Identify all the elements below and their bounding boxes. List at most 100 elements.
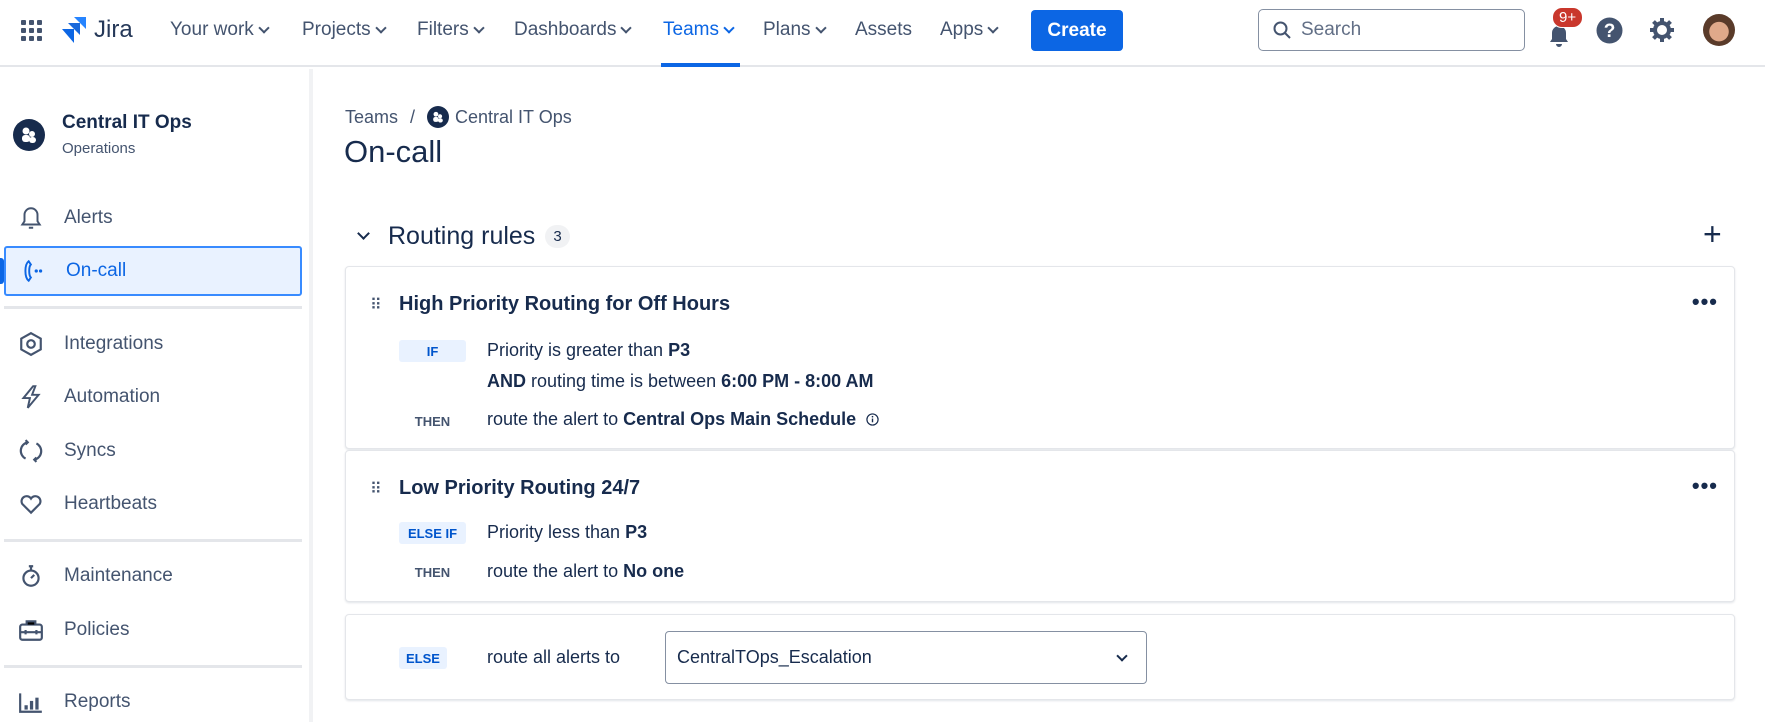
else-if-lozenge: ELSE IF (399, 522, 466, 544)
chevron-down-icon (1116, 649, 1128, 662)
sidebar-item-on-call[interactable]: On-call (4, 246, 302, 296)
logo-text: Jira (94, 16, 133, 43)
svg-text:?: ? (1604, 21, 1616, 42)
then-lozenge: THEN (414, 564, 451, 580)
nav-teams[interactable]: Teams (663, 19, 735, 41)
search-placeholder: Search (1301, 19, 1362, 40)
condition-text: Priority is greater than P3 (487, 340, 690, 361)
more-options-icon[interactable]: ••• (1692, 473, 1718, 499)
condition-prefix: routing time is between (526, 371, 722, 391)
sidebar-item-integrations[interactable]: Integrations (4, 319, 302, 369)
escalation-select[interactable]: CentralTOps_Escalation (665, 631, 1147, 684)
nav-assets[interactable]: Assets (855, 19, 912, 41)
section-title: Routing rules (388, 222, 536, 250)
condition-value: P3 (668, 340, 691, 360)
nav-label: Filters (417, 19, 469, 40)
selected-value: CentralTOps_Escalation (677, 647, 872, 667)
search-input[interactable]: Search (1258, 9, 1525, 51)
condition-prefix: Priority less than (487, 522, 626, 542)
jira-logo-icon (62, 17, 86, 43)
rule-title: High Priority Routing for Off Hours (399, 293, 731, 315)
rule-title: Low Priority Routing 24/7 (399, 477, 641, 499)
routing-rules-header[interactable]: Routing rules 3 (355, 222, 570, 251)
sidebar-item-syncs[interactable]: Syncs (4, 426, 302, 476)
user-avatar[interactable] (1703, 14, 1735, 46)
create-button[interactable]: Create (1031, 10, 1123, 51)
condition-value: P3 (625, 522, 648, 542)
hexagon-icon (20, 331, 42, 357)
action-prefix: route the alert to (487, 561, 624, 581)
sidebar-item-label: Maintenance (64, 565, 173, 586)
else-text: route all alerts to (487, 647, 621, 667)
more-options-icon[interactable]: ••• (1692, 289, 1718, 315)
chevron-down-icon (814, 22, 827, 34)
sidebar-item-label: Reports (64, 691, 131, 712)
sidebar-item-maintenance[interactable]: Maintenance (4, 551, 302, 601)
else-lozenge: ELSE (399, 647, 447, 669)
nav-label: Dashboards (514, 19, 617, 40)
breadcrumb-current[interactable]: Central IT Ops (427, 106, 572, 128)
jira-logo[interactable]: Jira (62, 16, 133, 44)
settings-gear-icon[interactable] (1649, 17, 1675, 43)
nav-label: Apps (940, 19, 984, 40)
nav-label: Teams (663, 19, 719, 40)
breadcrumb-separator: / (410, 106, 416, 127)
chevron-down-icon (987, 22, 999, 34)
sidebar-item-policies[interactable]: Policies (4, 605, 302, 655)
condition-and-text: AND routing time is between 6:00 PM - 8:… (487, 371, 874, 392)
nav-your-work[interactable]: Your work (170, 19, 270, 41)
nav-apps[interactable]: Apps (940, 19, 999, 41)
search-icon (1273, 21, 1291, 39)
sidebar-item-label: Syncs (64, 440, 116, 461)
nav-dashboards[interactable]: Dashboards (514, 19, 633, 41)
selected-indicator (0, 258, 4, 284)
nav-projects[interactable]: Projects (302, 19, 387, 41)
notifications-button[interactable]: 9+ (1543, 7, 1584, 50)
phone-icon (24, 259, 43, 283)
team-type: Operations (62, 140, 136, 157)
help-icon[interactable]: ? (1596, 17, 1623, 44)
breadcrumb-label: Central IT Ops (455, 106, 572, 127)
action-target: Central Ops Main Schedule (623, 409, 857, 429)
sidebar-item-heartbeats[interactable]: Heartbeats (4, 479, 302, 529)
team-icon (427, 106, 450, 128)
divider (4, 665, 302, 668)
nav-plans[interactable]: Plans (763, 19, 827, 41)
lightning-icon (21, 385, 41, 409)
active-tab-indicator (661, 63, 740, 67)
sidebar-item-label: Integrations (64, 333, 164, 354)
drag-handle-icon[interactable]: ⠿ (370, 479, 382, 499)
sidebar-item-label: Automation (64, 386, 161, 407)
nav-label: Assets (855, 19, 913, 40)
sidebar-item-label: Policies (64, 619, 130, 640)
drag-handle-icon[interactable]: ⠿ (370, 295, 382, 315)
sidebar-item-label: On-call (66, 260, 127, 281)
bell-icon (20, 207, 42, 229)
sidebar-item-label: Heartbeats (64, 493, 157, 514)
top-navigation: Jira Your work Projects Filters Dashboar… (0, 0, 1765, 67)
chevron-down-icon[interactable] (357, 227, 370, 240)
chevron-down-icon (473, 22, 485, 34)
sidebar-item-automation[interactable]: Automation (4, 372, 302, 422)
page-title: On-call (344, 134, 443, 169)
action-prefix: route the alert to (487, 409, 624, 429)
toolbox-icon (19, 620, 43, 641)
nav-label: Projects (302, 19, 371, 40)
add-rule-button[interactable]: + (1703, 216, 1722, 253)
routing-rule-card: ⠿ High Priority Routing for Off Hours ••… (345, 266, 1735, 449)
team-avatar-icon (13, 119, 45, 151)
chevron-down-icon (258, 22, 270, 34)
breadcrumb-teams-link[interactable]: Teams (345, 107, 398, 128)
app-switcher-icon[interactable] (21, 20, 43, 42)
bar-chart-icon (19, 693, 42, 713)
info-icon[interactable] (866, 413, 879, 426)
team-name: Central IT Ops (62, 112, 192, 133)
notification-badge: 9+ (1552, 7, 1584, 28)
nav-filters[interactable]: Filters (417, 19, 485, 41)
sidebar-item-alerts[interactable]: Alerts (4, 193, 302, 243)
nav-label: Your work (170, 19, 254, 40)
sidebar-item-reports[interactable]: Reports (4, 677, 302, 727)
condition-value: 6:00 PM - 8:00 AM (721, 371, 874, 391)
condition-text: Priority less than P3 (487, 522, 647, 543)
rule-count-badge: 3 (545, 225, 570, 248)
